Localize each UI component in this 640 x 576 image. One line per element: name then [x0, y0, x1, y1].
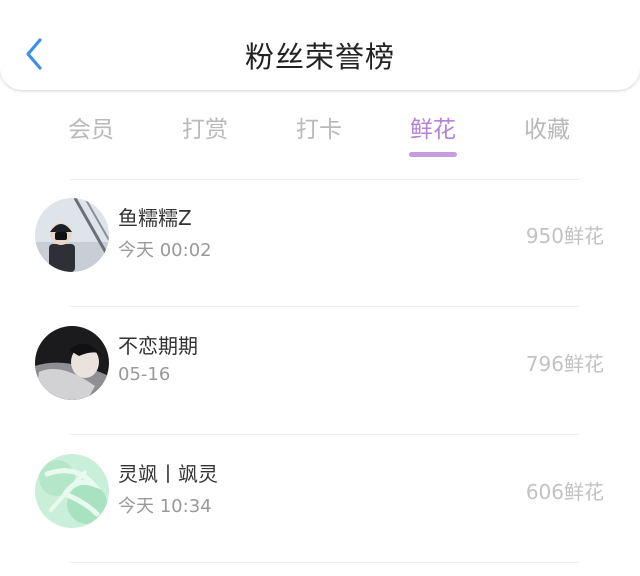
ranking-row[interactable]: 不恋期期 05-16 796鲜花	[0, 306, 640, 434]
tab-reward[interactable]: 打赏	[148, 110, 262, 162]
flower-count: 796鲜花	[525, 352, 604, 376]
tab-flowers[interactable]: 鲜花	[376, 110, 490, 162]
fan-time: 05-16	[118, 364, 171, 385]
avatar	[35, 326, 109, 400]
tab-label: 打赏	[182, 117, 228, 143]
flower-count: 950鲜花	[525, 224, 604, 248]
fan-name: 灵飒丨飒灵	[118, 462, 218, 486]
fan-time: 今天 10:34	[118, 496, 212, 517]
app-header: 粉丝荣誉榜	[0, 0, 640, 90]
tab-favorites[interactable]: 收藏	[490, 110, 604, 162]
avatar	[35, 454, 109, 528]
tab-label: 收藏	[524, 117, 570, 143]
tab-checkin[interactable]: 打卡	[262, 110, 376, 162]
tab-label: 打卡	[296, 117, 342, 143]
tab-label: 会员	[68, 117, 114, 143]
ranking-row[interactable]: 灵飒丨飒灵 今天 10:34 606鲜花	[0, 434, 640, 562]
tab-underline	[409, 152, 457, 157]
avatar	[35, 198, 109, 272]
fan-name: 鱼糯糯Z	[118, 206, 192, 230]
fan-time: 今天 00:02	[118, 240, 212, 261]
fan-name: 不恋期期	[118, 334, 198, 358]
tab-bar: 会员 打赏 打卡 鲜花 收藏	[34, 110, 606, 162]
tab-label: 鲜花	[410, 117, 456, 143]
divider	[70, 562, 580, 563]
ranking-row[interactable]: 鱼糯糯Z 今天 00:02 950鲜花	[0, 178, 640, 306]
flower-count: 606鲜花	[525, 480, 604, 504]
tab-member[interactable]: 会员	[34, 110, 148, 162]
page-title: 粉丝荣誉榜	[244, 40, 395, 74]
